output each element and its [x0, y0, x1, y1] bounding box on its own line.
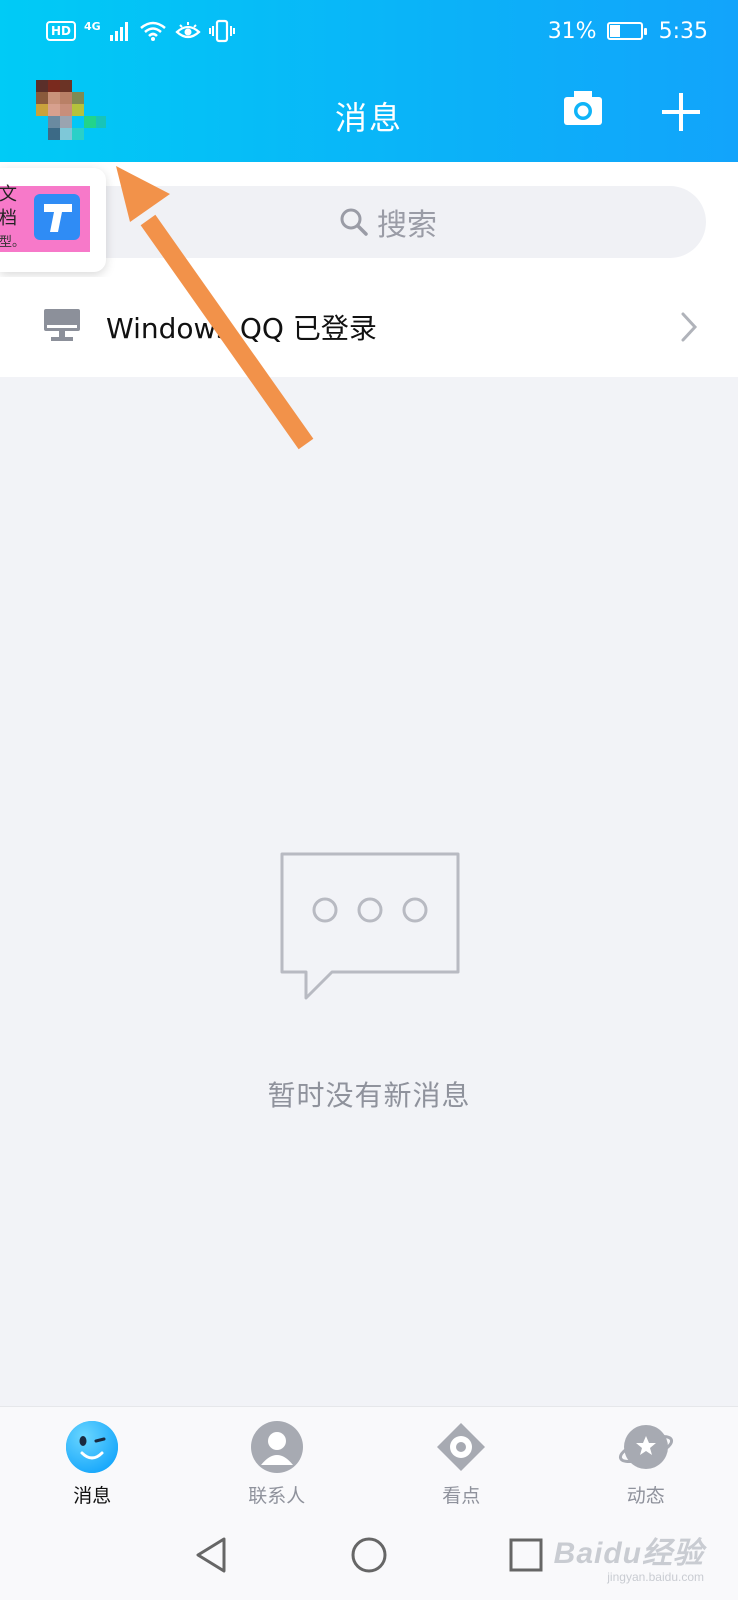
- doc-card-title: 文档: [0, 184, 17, 229]
- status-bar: HD 4G 31% 5:35: [0, 0, 738, 62]
- windows-qq-login-row[interactable]: Windows QQ 已登录: [0, 277, 738, 377]
- back-icon[interactable]: [194, 1536, 228, 1574]
- camera-icon: [564, 91, 602, 125]
- search-icon: [340, 208, 368, 236]
- empty-chat-bubble-icon: [280, 852, 460, 1000]
- page-title: 消息: [334, 99, 403, 137]
- contacts-person-icon: [250, 1421, 303, 1473]
- doc-card-subtitle: 型。: [0, 235, 26, 250]
- doc-floating-card[interactable]: 文档 型。: [0, 168, 106, 272]
- camera-button[interactable]: [563, 90, 603, 126]
- bottom-tab-bar: 消息 联系人 看点 动态: [0, 1406, 738, 1514]
- tencent-docs-logo-icon: [34, 194, 80, 240]
- login-notice-text: Windows QQ 已登录: [106, 312, 377, 345]
- tab-moments[interactable]: 动态: [554, 1407, 738, 1514]
- empty-state-message: 暂时没有新消息: [267, 1079, 471, 1112]
- search-section: 搜索: [0, 162, 738, 277]
- clock: 5:35: [658, 18, 708, 44]
- network-type: 4G: [84, 19, 101, 33]
- tab-discover[interactable]: 看点: [369, 1407, 554, 1514]
- add-button[interactable]: [661, 92, 701, 132]
- tab-contacts[interactable]: 联系人: [185, 1407, 370, 1514]
- signal-icon: [109, 22, 128, 41]
- chevron-right-icon: [681, 312, 698, 342]
- search-placeholder: 搜索: [377, 208, 437, 243]
- baidu-watermark: Baidu经验 jingyan.baidu.com: [554, 1528, 704, 1584]
- wifi-icon: [139, 21, 166, 41]
- tab-label: 看点: [442, 1485, 481, 1507]
- search-input[interactable]: 搜索: [70, 186, 706, 258]
- tab-messages[interactable]: 消息: [0, 1407, 185, 1514]
- hd-badge: HD: [46, 21, 77, 41]
- planet-star-icon: [618, 1425, 673, 1469]
- plus-icon: [662, 93, 700, 131]
- watermark-sub: jingyan.baidu.com: [607, 1570, 704, 1584]
- tab-label: 联系人: [248, 1485, 306, 1507]
- tab-label: 消息: [73, 1485, 112, 1507]
- eye-comfort-icon: [175, 22, 201, 39]
- home-icon[interactable]: [350, 1536, 388, 1574]
- eye-icon: [437, 1423, 486, 1471]
- tab-label: 动态: [626, 1485, 665, 1507]
- computer-icon: [44, 309, 80, 341]
- recents-icon[interactable]: [509, 1538, 543, 1572]
- battery-icon: [606, 22, 647, 40]
- vibrate-icon: [208, 19, 235, 43]
- messages-face-icon: [66, 1421, 119, 1473]
- watermark-main: Baidu经验: [553, 1537, 704, 1570]
- battery-percent: 31%: [547, 18, 597, 44]
- header-bar: HD 4G 31% 5:35 消息: [0, 0, 738, 162]
- system-nav-bar: Baidu经验 jingyan.baidu.com: [0, 1514, 738, 1600]
